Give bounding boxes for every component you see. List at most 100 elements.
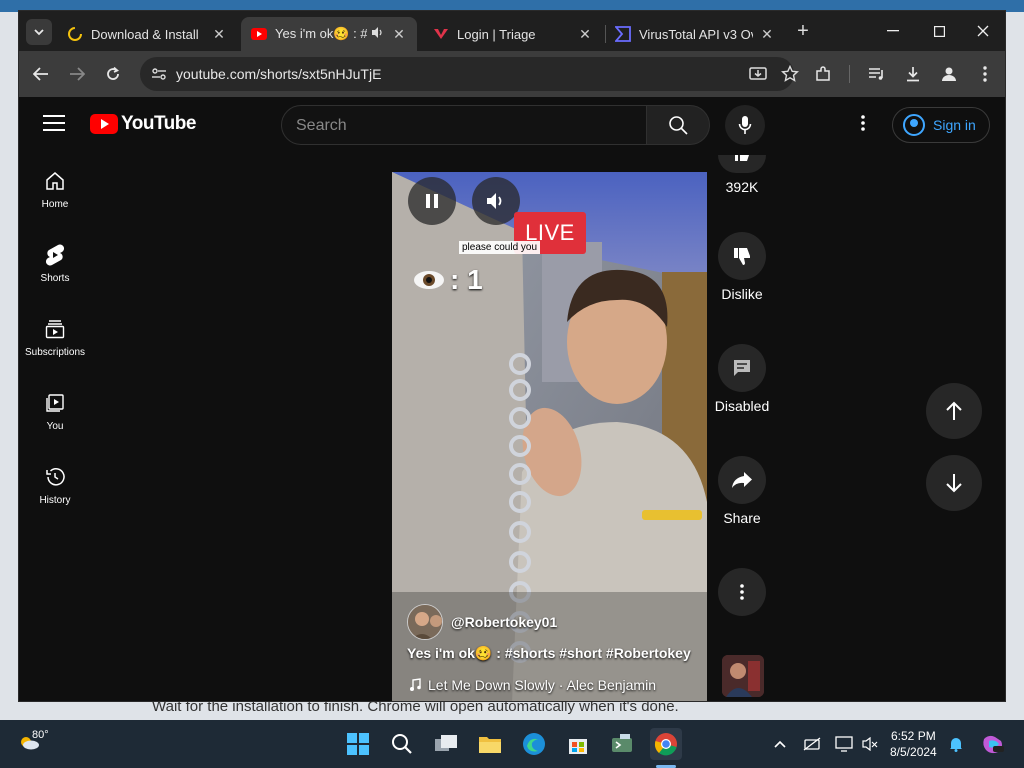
chrome-menu-button[interactable] <box>973 62 997 86</box>
url-text: youtube.com/shorts/sxt5nHJuTjE <box>176 66 382 82</box>
extensions-button[interactable] <box>811 62 835 86</box>
viewer-count-value: : 1 <box>450 264 483 295</box>
tab-search-button[interactable] <box>26 19 52 45</box>
tab-youtube-short[interactable]: Yes i'm ok🥴 : #s ✕ <box>241 17 417 51</box>
address-bar[interactable]: youtube.com/shorts/sxt5nHJuTjE <box>140 57 800 91</box>
arrow-right-icon <box>70 67 85 81</box>
voice-search-button[interactable] <box>725 105 765 145</box>
forward-button[interactable] <box>65 62 89 86</box>
terminal-icon <box>612 734 632 752</box>
profile-icon <box>942 67 956 81</box>
dislike-button[interactable]: Dislike <box>717 232 767 302</box>
speaker-icon[interactable] <box>369 26 385 42</box>
video-caption-overlay: please could you <box>459 241 541 254</box>
media-control-button[interactable] <box>865 62 889 86</box>
sidebar-item-label: History <box>39 495 71 506</box>
history-icon <box>43 465 67 489</box>
previous-short-button[interactable] <box>926 383 982 439</box>
sidebar-item-you[interactable]: You <box>19 375 91 449</box>
close-icon[interactable]: ✕ <box>577 26 593 43</box>
search-box <box>281 105 647 145</box>
task-view-button[interactable] <box>430 728 462 760</box>
start-button[interactable] <box>342 728 374 760</box>
pause-button[interactable] <box>408 177 456 225</box>
comment-icon <box>718 344 766 392</box>
tab-virustotal[interactable]: VirusTotal API v3 Ove ✕ <box>605 17 785 51</box>
music-track[interactable]: Let Me Down Slowly · Alec Benjamin <box>409 677 656 693</box>
system-clock[interactable]: 6:52 PM 8/5/2024 <box>890 728 937 760</box>
install-app-icon[interactable] <box>749 65 767 88</box>
profile-button[interactable] <box>937 62 961 86</box>
edge-browser-button[interactable] <box>518 728 550 760</box>
minimize-button[interactable] <box>871 19 915 43</box>
tab-triage-login[interactable]: Login | Triage ✕ <box>423 17 603 51</box>
share-icon <box>718 456 766 504</box>
close-window-button[interactable] <box>961 19 1005 43</box>
notification-bell-icon[interactable] <box>946 734 966 754</box>
terminal-app-button[interactable] <box>606 728 638 760</box>
settings-menu-button[interactable] <box>853 115 873 135</box>
sidebar-item-label: Shorts <box>40 273 70 284</box>
like-button[interactable]: 392K <box>717 155 767 195</box>
copilot-icon[interactable] <box>980 734 1006 754</box>
close-icon[interactable]: ✕ <box>391 26 407 43</box>
arrow-down-icon <box>946 474 962 493</box>
close-icon[interactable]: ✕ <box>211 26 227 43</box>
music-note-icon <box>410 678 421 691</box>
pause-icon <box>426 194 438 208</box>
more-actions-button[interactable] <box>717 568 767 616</box>
channel-avatar[interactable] <box>407 604 443 640</box>
sidebar-item-home[interactable]: Home <box>19 153 91 227</box>
share-label: Share <box>723 510 761 526</box>
comments-button[interactable]: Disabled <box>715 344 769 414</box>
share-button[interactable]: Share <box>717 456 767 526</box>
search-taskbar-button[interactable] <box>386 728 418 760</box>
chevron-up-icon <box>774 740 786 748</box>
weather-temperature: 80° <box>32 729 49 741</box>
file-explorer-button[interactable] <box>474 728 506 760</box>
channel-name[interactable]: @Robertokey01 <box>451 614 557 630</box>
sign-in-button[interactable]: Sign in <box>892 107 990 143</box>
chevron-down-icon <box>34 29 44 36</box>
microsoft-store-button[interactable] <box>562 728 594 760</box>
network-status-icon[interactable] <box>802 734 822 754</box>
music-track-label: Let Me Down Slowly · Alec Benjamin <box>428 677 656 693</box>
short-video-player[interactable]: LIVE please could you : 1 @Robertokey01 … <box>392 172 707 701</box>
eye-emoji-icon <box>414 271 444 289</box>
downloads-button[interactable] <box>901 62 925 86</box>
sidebar-item-history[interactable]: History <box>19 449 91 523</box>
search-input[interactable] <box>296 115 626 137</box>
show-hidden-icons-button[interactable] <box>770 734 790 754</box>
account-icon <box>903 114 925 136</box>
tab-download-install[interactable]: Download & Install ✕ <box>57 17 237 51</box>
close-icon[interactable]: ✕ <box>759 26 775 43</box>
volume-button[interactable] <box>472 177 520 225</box>
viewer-count: : 1 <box>412 264 483 296</box>
maximize-button[interactable] <box>917 19 961 43</box>
chrome-taskbar-button[interactable] <box>650 728 682 760</box>
next-short-button[interactable] <box>926 455 982 511</box>
display-icon[interactable] <box>834 734 854 754</box>
search-icon <box>392 734 412 754</box>
channel-info[interactable]: @Robertokey01 <box>407 604 557 640</box>
tab-title: Yes i'm ok🥴 : #s <box>275 26 367 41</box>
mute-icon[interactable] <box>860 734 880 754</box>
search-button[interactable] <box>646 105 710 145</box>
back-button[interactable] <box>29 62 53 86</box>
site-info-icon[interactable] <box>150 65 168 83</box>
home-icon <box>43 169 67 193</box>
sidebar-item-shorts[interactable]: Shorts <box>19 227 91 301</box>
youtube-wordmark: YouTube <box>121 113 196 134</box>
bookmark-star-icon[interactable] <box>780 64 800 88</box>
youtube-logo[interactable]: YouTube <box>90 113 196 135</box>
puzzle-icon <box>816 66 830 81</box>
store-icon <box>569 739 587 754</box>
sidebar-item-subscriptions[interactable]: Subscriptions <box>19 301 91 375</box>
new-tab-button[interactable]: + <box>793 21 813 41</box>
sound-thumbnail[interactable] <box>722 655 764 697</box>
reload-button[interactable] <box>101 62 125 86</box>
browser-toolbar: youtube.com/shorts/sxt5nHJuTjE <box>19 51 1005 97</box>
clock-time: 6:52 PM <box>891 729 936 743</box>
like-icon <box>718 155 766 173</box>
hamburger-menu-icon[interactable] <box>43 115 65 133</box>
